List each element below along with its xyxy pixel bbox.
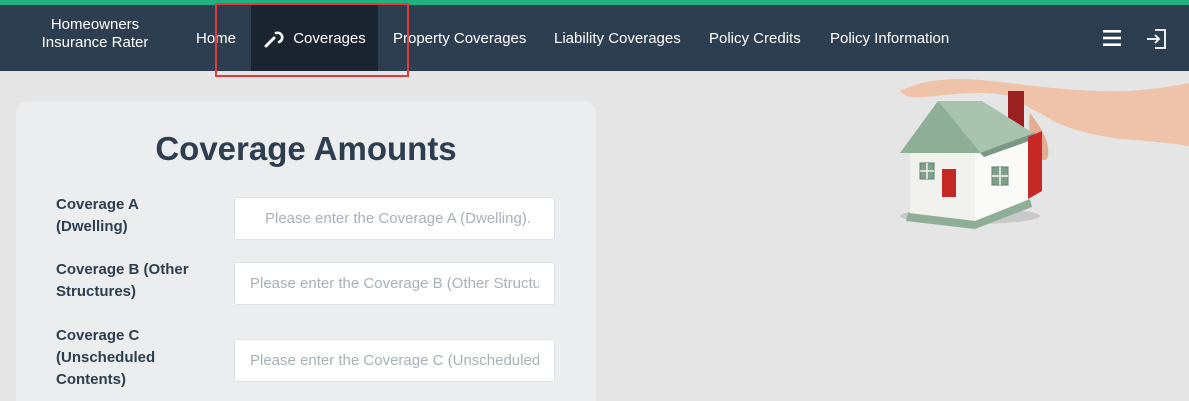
- coverage-c-label-line1: Coverage C: [56, 327, 140, 344]
- nav-liability-coverages[interactable]: Liability Coverages: [554, 5, 681, 71]
- coverage-a-label-line1: Coverage A: [56, 196, 139, 213]
- navbar: Homeowners Insurance Rater Home Coverage…: [0, 5, 1189, 71]
- coverage-a-label-line2: (Dwelling): [56, 218, 128, 235]
- page-title: Coverage Amounts: [155, 130, 457, 167]
- coverage-b-label-line1: Coverage B (Other: [56, 261, 189, 278]
- nav-home[interactable]: Home: [196, 5, 236, 71]
- coverage-a-label: Coverage A (Dwelling): [56, 194, 216, 238]
- coverage-c-label-line2: (Unscheduled: [56, 349, 156, 366]
- nav-policy-information[interactable]: Policy Information: [830, 5, 949, 71]
- brand-line-2: Insurance Rater: [41, 34, 149, 51]
- nav-property-coverages[interactable]: Property Coverages: [393, 5, 526, 71]
- house-in-hand-illustration: [880, 71, 1189, 241]
- coverage-c-input[interactable]: [234, 339, 555, 382]
- exit-icon[interactable]: [1145, 27, 1169, 51]
- coverage-a-input[interactable]: [234, 197, 555, 240]
- menu-icon[interactable]: [1101, 27, 1123, 49]
- nav-coverages[interactable]: Coverages: [251, 5, 378, 71]
- wrench-icon: [263, 27, 285, 49]
- coverage-b-label-line2: Structures): [56, 283, 137, 300]
- coverage-b-input[interactable]: [234, 262, 555, 305]
- coverage-b-label: Coverage B (Other Structures): [56, 259, 216, 303]
- coverage-c-label-line3: Contents): [56, 371, 126, 388]
- nav-policy-credits[interactable]: Policy Credits: [709, 5, 801, 71]
- brand-line-1: Homeowners: [50, 16, 140, 33]
- coverage-c-label: Coverage C (Unscheduled Contents): [56, 325, 216, 391]
- brand-logo-text[interactable]: Homeowners Insurance Rater: [20, 16, 170, 52]
- nav-coverages-label: Coverages: [293, 29, 366, 47]
